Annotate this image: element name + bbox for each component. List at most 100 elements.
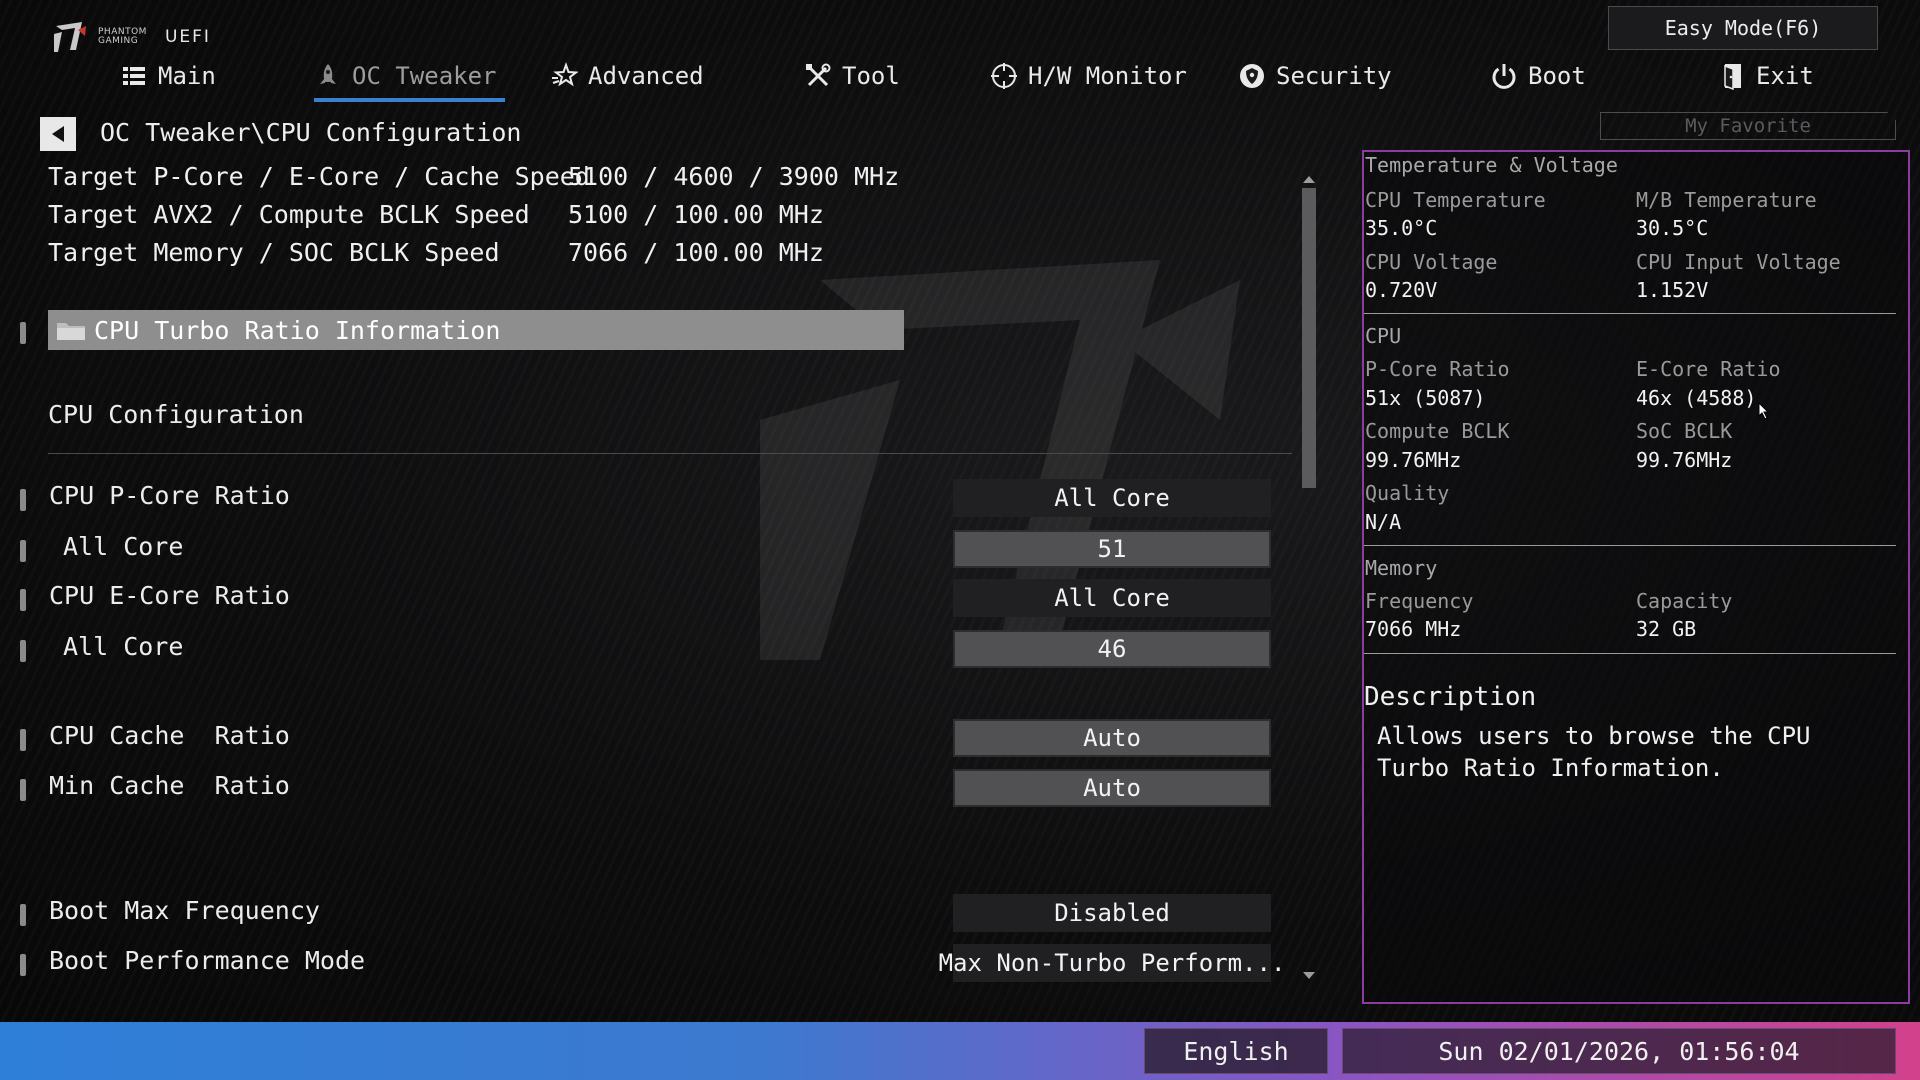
setting-input[interactable]: Auto bbox=[953, 769, 1271, 807]
description-text: Allows users to browse the CPU Turbo Rat… bbox=[1377, 722, 1811, 782]
tab-label: Advanced bbox=[588, 62, 704, 90]
phantom-gaming-logo-icon bbox=[54, 22, 86, 52]
setting-input[interactable]: 46 bbox=[953, 630, 1271, 668]
scroll-up-arrow-icon[interactable] bbox=[1302, 172, 1316, 186]
row-marker bbox=[20, 540, 26, 562]
info-row-memory-soc: Target Memory / SOC BCLK Speed 7066 / 10… bbox=[48, 238, 824, 267]
compute-bclk-value: 99.76MHz bbox=[1365, 448, 1462, 472]
setting-boot-performance-mode[interactable]: Boot Performance Mode Max Non-Turbo Perf… bbox=[20, 944, 1285, 984]
row-marker bbox=[20, 779, 26, 801]
brand-logo: PHANTOM GAMING UEFI bbox=[52, 20, 211, 54]
scroll-down-arrow-icon[interactable] bbox=[1302, 968, 1316, 982]
divider bbox=[1364, 545, 1896, 546]
setting-input[interactable]: Auto bbox=[953, 719, 1271, 757]
cpu-turbo-ratio-information-item[interactable]: CPU Turbo Ratio Information bbox=[48, 310, 904, 350]
setting-min-cache-ratio[interactable]: Min Cache Ratio Auto bbox=[20, 769, 1280, 809]
cpu-temp-value: 35.0°C bbox=[1365, 216, 1438, 240]
divider bbox=[1364, 313, 1896, 314]
cpu-input-voltage-value: 1.152V bbox=[1636, 278, 1709, 302]
setting-cpu-cache-ratio[interactable]: CPU Cache Ratio Auto bbox=[20, 719, 1280, 759]
scrollbar-thumb[interactable] bbox=[1302, 188, 1316, 488]
info-row-target-speed: Target P-Core / E-Core / Cache Speed 510… bbox=[48, 162, 899, 191]
my-favorite-button[interactable]: My Favorite bbox=[1600, 112, 1896, 140]
setting-select[interactable]: Disabled bbox=[953, 894, 1271, 932]
rocket-icon bbox=[314, 62, 342, 90]
info-value: 5100 / 100.00 MHz bbox=[568, 200, 824, 229]
info-value: 7066 / 100.00 MHz bbox=[568, 238, 824, 267]
info-label: Target Memory / SOC BCLK Speed bbox=[48, 238, 500, 267]
capacity-label: Capacity bbox=[1636, 589, 1733, 613]
exit-door-icon bbox=[1718, 62, 1746, 90]
tab-boot[interactable]: Boot bbox=[1490, 56, 1586, 96]
mb-temp-label: M/B Temperature bbox=[1636, 188, 1817, 212]
setting-cpu-ecore-ratio[interactable]: CPU E-Core Ratio All Core bbox=[20, 579, 1280, 619]
tab-label: OC Tweaker bbox=[352, 62, 497, 90]
setting-boot-max-frequency[interactable]: Boot Max Frequency Disabled bbox=[20, 894, 1280, 934]
setting-label: Boot Performance Mode bbox=[49, 946, 366, 975]
setting-select[interactable]: Max Non-Turbo Perform... bbox=[939, 944, 1285, 982]
setting-cpu-pcore-ratio[interactable]: CPU P-Core Ratio All Core bbox=[20, 479, 1280, 519]
row-marker bbox=[20, 489, 26, 511]
soc-bclk-label: SoC BCLK bbox=[1636, 419, 1733, 443]
uefi-label: UEFI bbox=[164, 27, 211, 47]
tab-oc-tweaker[interactable]: OC Tweaker bbox=[314, 56, 504, 102]
easy-mode-button[interactable]: Easy Mode(F6) bbox=[1608, 6, 1878, 50]
background-logo-watermark bbox=[760, 260, 1240, 660]
info-label: Target AVX2 / Compute BCLK Speed bbox=[48, 200, 530, 229]
info-row-avx2-bclk: Target AVX2 / Compute BCLK Speed 5100 / … bbox=[48, 200, 824, 229]
folder-icon bbox=[57, 323, 85, 340]
setting-label: CPU P-Core Ratio bbox=[49, 481, 290, 510]
breadcrumb: OC Tweaker\CPU Configuration bbox=[100, 118, 522, 147]
ecore-ratio-label: E-Core Ratio bbox=[1636, 357, 1781, 381]
star-icon bbox=[550, 62, 578, 90]
setting-label: All Core bbox=[63, 632, 184, 661]
info-value: 5100 / 4600 / 3900 MHz bbox=[568, 162, 900, 191]
tab-main[interactable]: Main bbox=[120, 56, 216, 96]
power-icon bbox=[1490, 62, 1518, 90]
info-label: Target P-Core / E-Core / Cache Speed bbox=[48, 162, 590, 191]
date-time-display[interactable]: Sun 02/01/2026, 01:56:04 bbox=[1342, 1028, 1896, 1074]
tab-tool[interactable]: Tool bbox=[804, 56, 900, 96]
mb-temp-value: 30.5°C bbox=[1636, 216, 1709, 240]
cpu-input-voltage-label: CPU Input Voltage bbox=[1636, 250, 1841, 274]
row-marker bbox=[20, 322, 26, 344]
tab-label: H/W Monitor bbox=[1028, 62, 1187, 90]
divider bbox=[48, 453, 1292, 454]
memory-section-title: Memory bbox=[1365, 556, 1438, 580]
setting-pcore-all-core[interactable]: All Core 51 bbox=[20, 530, 1280, 570]
row-marker bbox=[20, 904, 26, 926]
tab-security[interactable]: Security bbox=[1238, 56, 1392, 96]
tab-label: Main bbox=[158, 62, 216, 90]
row-marker bbox=[20, 640, 26, 662]
tab-label: Security bbox=[1276, 62, 1392, 90]
setting-input[interactable]: 51 bbox=[953, 530, 1271, 568]
language-button[interactable]: English bbox=[1144, 1028, 1328, 1074]
tab-label: Tool bbox=[842, 62, 900, 90]
setting-select[interactable]: All Core bbox=[953, 579, 1271, 617]
section-title: CPU Configuration bbox=[48, 400, 304, 429]
setting-label: CPU E-Core Ratio bbox=[49, 581, 290, 610]
top-navigation: Main OC Tweaker Advanced Tool H/W Monito… bbox=[0, 56, 1814, 102]
setting-label: CPU Cache Ratio bbox=[49, 721, 290, 750]
cpu-section-title: CPU bbox=[1365, 324, 1402, 348]
quality-label: Quality bbox=[1365, 481, 1450, 505]
setting-ecore-all-core[interactable]: All Core 46 bbox=[20, 630, 1280, 670]
cpu-voltage-label: CPU Voltage bbox=[1365, 250, 1498, 274]
pcore-ratio-label: P-Core Ratio bbox=[1365, 357, 1510, 381]
tab-advanced[interactable]: Advanced bbox=[550, 56, 704, 96]
tab-exit[interactable]: Exit bbox=[1718, 56, 1814, 96]
compute-bclk-label: Compute BCLK bbox=[1365, 419, 1510, 443]
row-marker bbox=[20, 954, 26, 976]
frequency-value: 7066 MHz bbox=[1365, 617, 1462, 641]
tools-icon bbox=[804, 62, 832, 90]
capacity-value: 32 GB bbox=[1636, 617, 1697, 641]
shield-icon bbox=[1238, 62, 1266, 90]
mouse-cursor-icon bbox=[1758, 402, 1770, 420]
back-button[interactable] bbox=[40, 117, 76, 151]
row-marker bbox=[20, 589, 26, 611]
setting-select[interactable]: All Core bbox=[953, 479, 1271, 517]
cpu-voltage-value: 0.720V bbox=[1365, 278, 1438, 302]
temp-voltage-title: Temperature & Voltage bbox=[1365, 153, 1618, 177]
tab-hw-monitor[interactable]: H/W Monitor bbox=[990, 56, 1187, 96]
brand-name: PHANTOM GAMING bbox=[98, 28, 147, 46]
